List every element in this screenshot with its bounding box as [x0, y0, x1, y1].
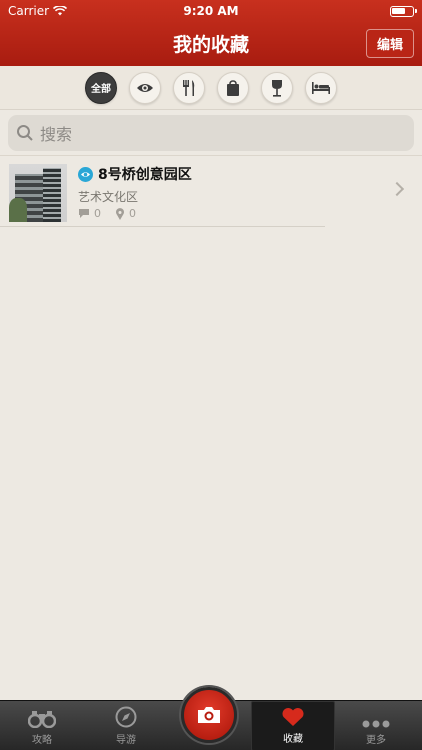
tab-tour-guide[interactable]: 导游: [84, 701, 168, 750]
tab-guides[interactable]: 攻略: [0, 701, 84, 750]
location-pin-icon: [116, 207, 124, 220]
search-input[interactable]: 搜索: [8, 115, 414, 151]
camera-button[interactable]: [181, 687, 237, 743]
place-title-line: 8号桥创意园区: [78, 164, 192, 184]
binoculars-icon: [28, 711, 56, 728]
nav-header: Carrier 9:20 AM 我的收藏 编辑: [0, 0, 422, 66]
place-title: 8号桥创意园区: [98, 167, 192, 183]
place-category: 艺术文化区: [78, 190, 139, 204]
status-bar: Carrier 9:20 AM: [0, 0, 422, 22]
filter-shopping-button[interactable]: [217, 71, 249, 104]
favorite-row[interactable]: 8号桥创意园区 艺术文化区 0 0: [0, 157, 422, 227]
place-thumbnail: [9, 164, 67, 222]
filter-food-button[interactable]: [173, 71, 205, 104]
status-time: 9:20 AM: [183, 4, 239, 18]
eye-icon: [137, 83, 153, 92]
tab-favorites-label: 收藏: [283, 734, 303, 745]
compass-icon: [115, 706, 137, 728]
row-divider: [0, 226, 325, 227]
search-placeholder: 搜索: [40, 125, 73, 144]
tab-more[interactable]: 更多: [334, 701, 418, 750]
fork-knife-icon: [183, 79, 195, 96]
search-icon: [17, 125, 33, 141]
bed-icon: [312, 81, 330, 94]
checkin-count: 0: [129, 207, 136, 220]
chevron-right-icon: [389, 181, 405, 197]
camera-icon: [198, 707, 220, 723]
comment-icon: [79, 209, 89, 218]
eye-icon: [78, 166, 93, 182]
category-filter-bar: 全部: [0, 66, 422, 110]
filter-nightlife-button[interactable]: [261, 71, 293, 104]
tab-tour-guide-label: 导游: [116, 735, 136, 746]
bag-icon: [227, 79, 239, 96]
tab-more-label: 更多: [366, 735, 386, 746]
heart-icon: [282, 707, 304, 726]
page-title: 我的收藏: [172, 34, 249, 56]
comment-count: 0: [94, 207, 101, 220]
tab-favorites[interactable]: 收藏: [251, 701, 335, 750]
search-bar: 搜索: [0, 110, 422, 156]
place-stats: 0 0: [78, 207, 136, 220]
filter-hotel-button[interactable]: [305, 71, 337, 104]
filter-sightseeing-button[interactable]: [129, 71, 161, 104]
tab-guides-label: 攻略: [32, 735, 52, 746]
more-icon: [362, 720, 390, 728]
battery-icon: [390, 6, 417, 17]
wine-glass-icon: [272, 79, 282, 97]
filter-all-button[interactable]: 全部: [85, 71, 117, 104]
edit-button[interactable]: 编辑: [366, 29, 414, 58]
